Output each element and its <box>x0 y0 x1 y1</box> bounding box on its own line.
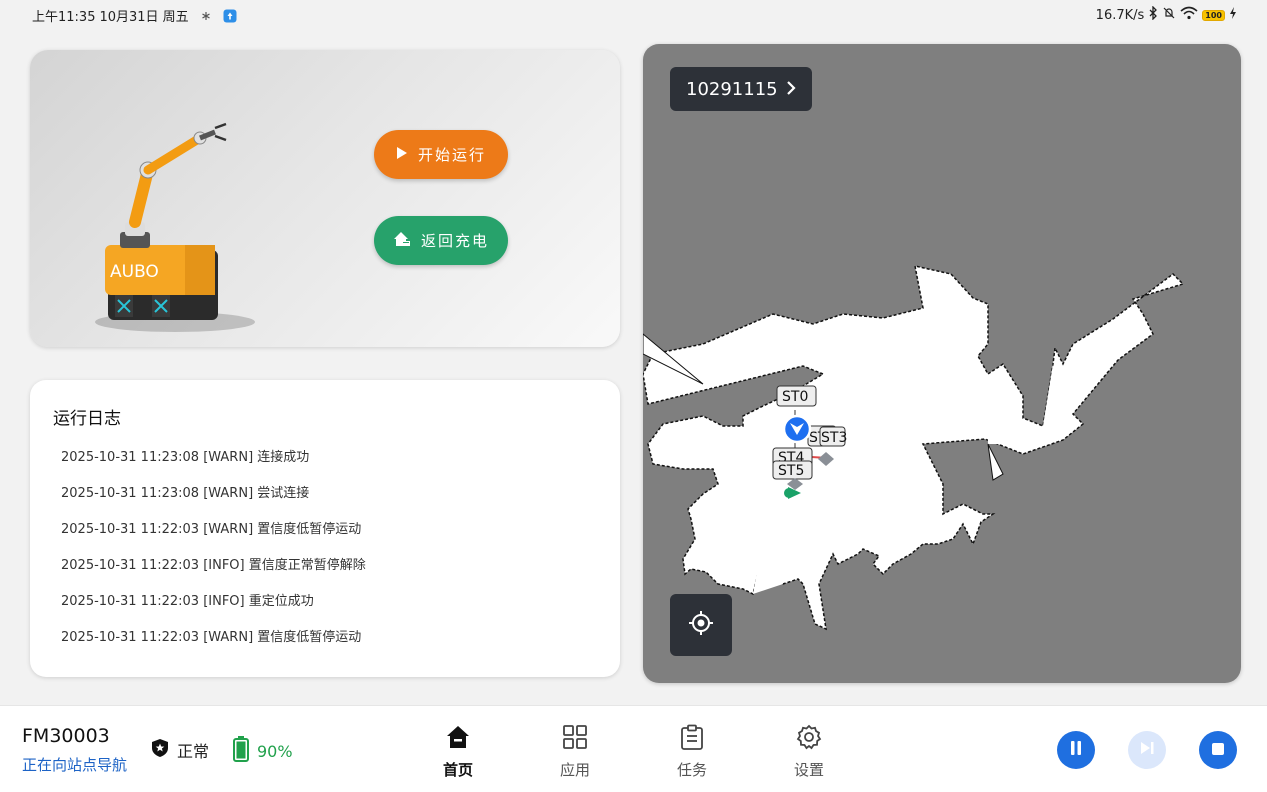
skip-next-icon <box>1139 740 1155 760</box>
app-notification-icon <box>223 9 237 23</box>
grid-icon <box>562 724 588 754</box>
nav-apps[interactable]: 应用 <box>540 724 610 780</box>
robot-position-icon <box>782 414 812 444</box>
bell-muted-icon <box>1162 6 1176 24</box>
map-id-label: 10291115 <box>686 78 778 100</box>
return-charge-button[interactable]: 返回充电 <box>374 216 508 265</box>
log-entry: 2025-10-31 11:22:03 [WARN] 置信度低暂停运动 <box>61 522 362 537</box>
robot-battery: 90% <box>233 736 293 766</box>
log-entry: 2025-10-31 11:23:08 [WARN] 连接成功 <box>61 450 310 465</box>
nav-tasks-label: 任务 <box>676 761 707 779</box>
status-bar-right: 16.7K/s 100 <box>1095 5 1237 24</box>
snowflake-icon <box>199 9 213 23</box>
shield-star-icon <box>151 738 169 762</box>
nav-home[interactable]: 首页 <box>423 724 493 780</box>
run-log-list[interactable]: 2025-10-31 11:23:08 [WARN] 连接成功 2025-10-… <box>61 448 366 664</box>
locate-button[interactable] <box>670 594 732 656</box>
nav-tasks[interactable]: 任务 <box>657 724 727 780</box>
chevron-right-icon <box>786 79 796 100</box>
log-entry: 2025-10-31 11:22:03 [WARN] 置信度低暂停运动 <box>61 630 362 645</box>
map-canvas[interactable]: ST0 ST2 ST3 ST4 ST5 <box>643 44 1241 683</box>
map-view[interactable]: ST0 ST2 ST3 ST4 ST5 10291115 <box>643 44 1241 683</box>
charging-station-icon <box>393 231 411 251</box>
station-label: ST3 <box>821 430 847 446</box>
bluetooth-icon <box>1148 5 1158 24</box>
bottom-bar: FM30003 正在向站点导航 正常 90% 首页 应用 任务 设置 <box>0 705 1267 792</box>
map-selector-button[interactable]: 10291115 <box>670 67 812 111</box>
nav-apps-label: 应用 <box>559 761 590 779</box>
wifi-icon <box>1180 6 1198 24</box>
clock-time: 上午11:35 <box>32 10 96 25</box>
robot-state-label: 正常 <box>177 742 210 761</box>
run-log-card: 运行日志 2025-10-31 11:23:08 [WARN] 连接成功 202… <box>30 380 620 677</box>
battery-icon <box>233 736 249 766</box>
clipboard-icon <box>679 724 705 754</box>
return-charge-label: 返回充电 <box>420 232 489 250</box>
network-speed: 16.7K/s <box>1095 7 1145 23</box>
occupancy-map <box>643 265 1185 631</box>
status-bar-left: 上午11:35 10月31日 周五 <box>32 6 237 25</box>
robot-state: 正常 <box>151 738 209 762</box>
status-bar: 上午11:35 10月31日 周五 16.7K/s 100 <box>0 0 1267 30</box>
play-icon <box>396 146 408 164</box>
start-run-label: 开始运行 <box>417 146 486 164</box>
stop-icon <box>1211 741 1225 760</box>
stop-button[interactable] <box>1199 731 1237 769</box>
robot-control-card: AUBO 开始运行 返回充电 <box>30 50 620 347</box>
log-entry: 2025-10-31 11:22:03 [INFO] 重定位成功 <box>61 594 314 609</box>
station-st5[interactable]: ST5 <box>772 460 813 480</box>
run-log-title: 运行日志 <box>53 409 121 429</box>
robot-name: FM30003 <box>22 725 110 747</box>
station-st3[interactable]: ST3 <box>819 426 847 447</box>
log-entry: 2025-10-31 11:23:08 [WARN] 尝试连接 <box>61 486 310 501</box>
pause-button[interactable] <box>1057 731 1095 769</box>
robot-image: AUBO <box>95 122 255 332</box>
nav-home-label: 首页 <box>442 761 473 779</box>
battery-percent: 90% <box>257 741 293 761</box>
station-label: ST0 <box>782 389 808 405</box>
station-label: ST5 <box>778 463 804 479</box>
pause-icon <box>1069 740 1083 760</box>
robot-brand-text: AUBO <box>110 262 159 282</box>
crosshair-icon <box>688 610 714 640</box>
clock-date: 10月31日 周五 <box>99 10 189 25</box>
start-run-button[interactable]: 开始运行 <box>374 130 508 179</box>
battery-status-icon: 100 <box>1202 9 1225 21</box>
gear-icon <box>796 724 822 754</box>
log-entry: 2025-10-31 11:22:03 [INFO] 置信度正常暂停解除 <box>61 558 366 573</box>
skip-button[interactable] <box>1128 731 1166 769</box>
nav-settings-label: 设置 <box>793 761 824 779</box>
home-icon <box>445 724 471 754</box>
robot-nav-status: 正在向站点导航 <box>22 756 128 774</box>
station-st0[interactable]: ST0 <box>776 385 817 407</box>
nav-settings[interactable]: 设置 <box>774 724 844 780</box>
charging-icon <box>1229 7 1237 23</box>
